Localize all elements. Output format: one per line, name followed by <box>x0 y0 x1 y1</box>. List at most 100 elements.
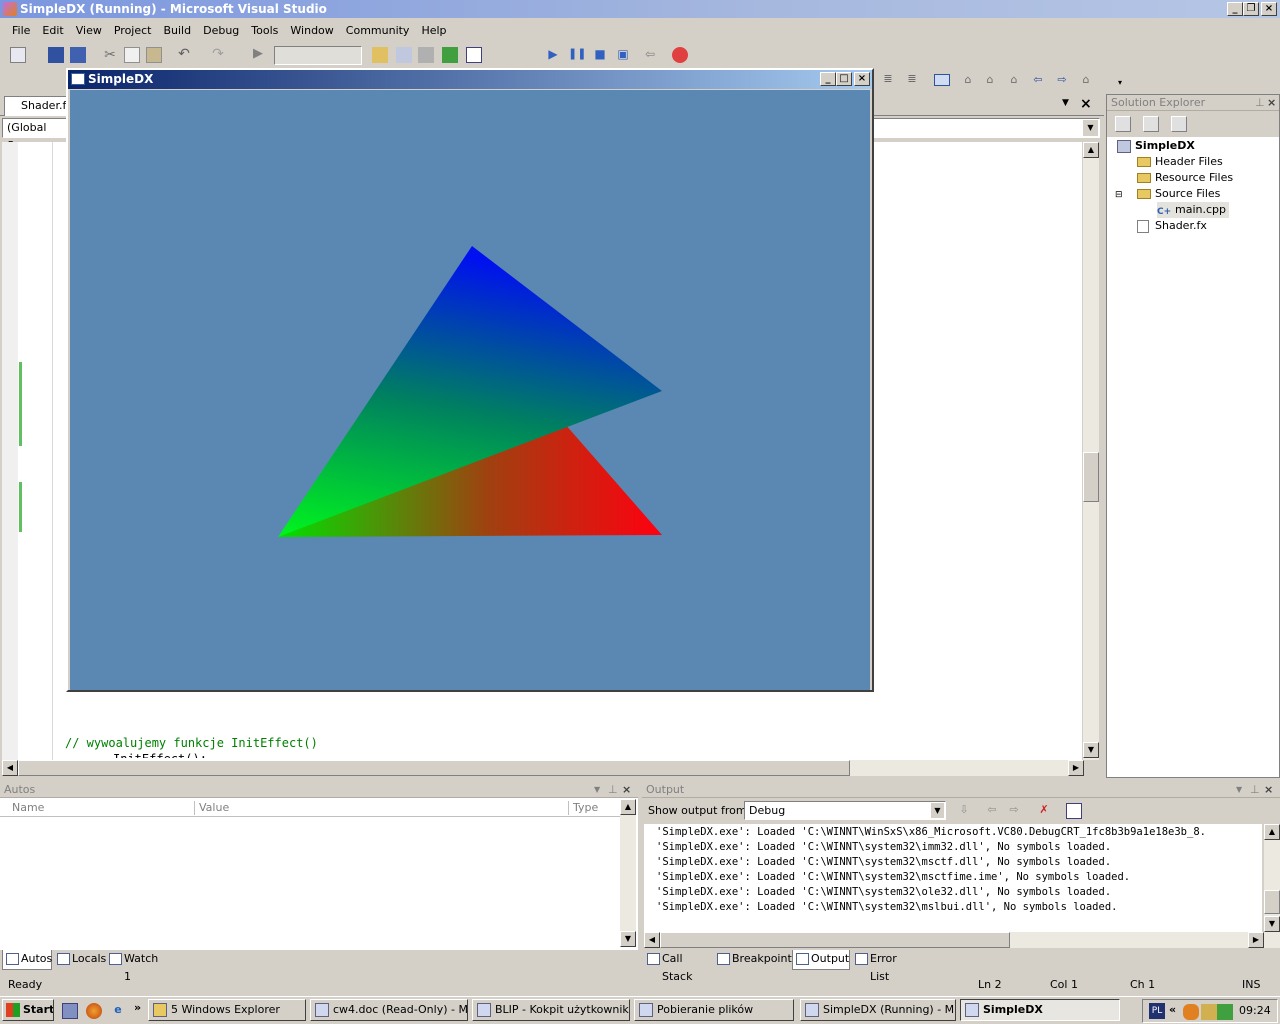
pane-menu-icon[interactable]: ▼ <box>594 782 600 798</box>
tray-app-icon-1[interactable] <box>1183 1004 1199 1020</box>
language-indicator[interactable]: PL <box>1149 1003 1165 1019</box>
undo-icon[interactable]: ↶ <box>176 46 192 62</box>
prev-in-folder-icon[interactable]: ⇦ <box>1030 73 1046 89</box>
debug-continue-icon[interactable]: ▶ <box>545 47 561 63</box>
editor-vscrollbar[interactable]: ▲ ▼ <box>1083 142 1099 760</box>
increase-indent-icon[interactable]: ≣ <box>904 72 920 88</box>
member-dropdown[interactable]: ▼ <box>870 118 1100 138</box>
show-all-files-icon[interactable] <box>1143 116 1159 132</box>
scroll-right-icon[interactable]: ▶ <box>1248 932 1264 948</box>
taskbar-button[interactable]: SimpleDX (Running) - Mic... <box>800 999 956 1021</box>
menu-window[interactable]: Window <box>284 20 339 42</box>
menu-edit[interactable]: Edit <box>36 20 69 42</box>
scroll-thumb[interactable] <box>1083 452 1099 502</box>
clear-all-icon[interactable]: ✗ <box>1036 803 1052 819</box>
firefox-icon[interactable] <box>86 1003 102 1019</box>
taskbar-button[interactable]: 5 Windows Explorer <box>148 999 306 1021</box>
output-vscrollbar[interactable]: ▲ ▼ <box>1264 824 1280 932</box>
find-message-icon[interactable]: ⇩ <box>956 803 972 819</box>
scroll-left-icon[interactable]: ◀ <box>2 760 18 776</box>
menu-tools[interactable]: Tools <box>245 20 284 42</box>
breakpoints-icon[interactable] <box>672 47 688 63</box>
tab-call-stack[interactable]: Call Stack <box>644 950 712 983</box>
ie-icon[interactable]: e <box>110 1003 126 1019</box>
scroll-up-icon[interactable]: ▲ <box>1264 824 1280 840</box>
pane-menu-icon[interactable]: ▼ <box>1236 782 1242 798</box>
next-in-folder-icon[interactable]: ⇨ <box>1054 73 1070 89</box>
scroll-left-icon[interactable]: ◀ <box>644 932 660 948</box>
tree-main-cpp[interactable]: C+ main.cpp <box>1157 202 1229 218</box>
new-project-icon[interactable] <box>10 47 26 63</box>
tree-source-files[interactable]: ⊟ Source Files <box>1115 186 1220 202</box>
cut-icon[interactable]: ✂ <box>102 47 118 63</box>
bookmark-icon[interactable]: ⌂ <box>960 73 976 89</box>
hscroll-thumb[interactable] <box>660 932 1010 948</box>
command-window-icon[interactable] <box>466 47 482 63</box>
tab-output[interactable]: Output <box>792 950 850 970</box>
scope-dropdown[interactable]: (Global Scop <box>2 118 72 152</box>
quicklaunch-more-icon[interactable]: » <box>134 1001 141 1014</box>
show-next-statement-icon[interactable]: ⇦ <box>642 47 658 63</box>
autos-vscrollbar[interactable]: ▲ ▼ <box>620 799 636 947</box>
pane-close-icon[interactable]: × <box>1267 95 1276 111</box>
next-message-icon[interactable]: ⇨ <box>1006 803 1022 819</box>
word-wrap-icon[interactable] <box>1066 803 1082 819</box>
tray-expand-icon[interactable]: « <box>1169 1003 1176 1016</box>
scroll-down-icon[interactable]: ▼ <box>1083 742 1099 758</box>
refresh-icon[interactable] <box>1171 116 1187 132</box>
copy-icon[interactable] <box>124 47 140 63</box>
dx-minimize-button[interactable]: _ <box>820 72 836 86</box>
decrease-indent-icon[interactable]: ≣ <box>880 72 896 88</box>
tree-shader-fx[interactable]: Shader.fx <box>1137 218 1207 234</box>
maximize-button[interactable]: ❐ <box>1243 2 1259 16</box>
scroll-up-icon[interactable]: ▲ <box>1083 142 1099 158</box>
minimize-button[interactable]: _ <box>1227 2 1243 16</box>
scroll-up-icon[interactable]: ▲ <box>620 799 636 815</box>
redo-icon[interactable]: ↷ <box>210 46 226 62</box>
tab-watch-1[interactable]: Watch 1 <box>106 950 166 983</box>
editor-tab-list-icon[interactable]: ▼ <box>1062 98 1069 108</box>
editor-hscrollbar[interactable]: ◀ ▶ <box>2 760 1084 776</box>
editor-close-icon[interactable]: × <box>1080 96 1092 112</box>
scroll-thumb[interactable] <box>1264 890 1280 914</box>
save-all-icon[interactable] <box>70 47 86 63</box>
dx-maximize-button[interactable]: □ <box>836 72 852 86</box>
dx-close-button[interactable]: × <box>854 72 870 86</box>
pin-icon[interactable]: ⊥ <box>1255 95 1265 111</box>
toolbar-options-icon[interactable]: ▾ <box>1118 78 1134 94</box>
taskbar-button[interactable]: cw4.doc (Read-Only) - M... <box>310 999 468 1021</box>
menu-debug[interactable]: Debug <box>197 20 245 42</box>
menu-file[interactable]: File <box>6 20 36 42</box>
solution-config-dropdown[interactable] <box>274 46 362 65</box>
toolbox-icon[interactable] <box>442 47 458 63</box>
col-type[interactable]: Type <box>573 799 598 817</box>
tray-network-icon[interactable] <box>1217 1004 1233 1020</box>
scroll-down-icon[interactable]: ▼ <box>620 931 636 947</box>
output-hscrollbar[interactable]: ◀ ▶ <box>644 932 1280 948</box>
taskbar-button[interactable]: BLIP - Kokpit użytkownik... <box>472 999 630 1021</box>
col-name[interactable]: Name <box>12 799 44 817</box>
solution-explorer-icon[interactable] <box>396 47 412 63</box>
show-desktop-icon[interactable] <box>62 1003 78 1019</box>
properties-icon[interactable] <box>1115 116 1131 132</box>
tree-header-files[interactable]: Header Files <box>1137 154 1223 170</box>
debug-pause-icon[interactable]: ❚❚ <box>568 47 586 63</box>
tree-resource-files[interactable]: Resource Files <box>1137 170 1233 186</box>
prev-message-icon[interactable]: ⇦ <box>984 803 1000 819</box>
output-text[interactable]: 'SimpleDX.exe': Loaded 'C:\WINNT\WinSxS\… <box>644 824 1262 932</box>
tab-autos[interactable]: Autos <box>2 950 52 970</box>
menu-project[interactable]: Project <box>108 20 158 42</box>
menu-community[interactable]: Community <box>340 20 416 42</box>
menu-view[interactable]: View <box>70 20 108 42</box>
taskbar-button[interactable]: SimpleDX <box>960 999 1120 1021</box>
tab-locals[interactable]: Locals <box>54 950 106 970</box>
col-value[interactable]: Value <box>199 799 229 817</box>
pane-close-icon[interactable]: × <box>622 782 631 798</box>
pin-icon[interactable]: ⊥ <box>608 782 618 798</box>
properties-icon[interactable] <box>418 47 434 63</box>
tab-error-list[interactable]: Error List <box>852 950 918 983</box>
debug-restart-icon[interactable]: ▣ <box>615 47 631 63</box>
collapse-icon[interactable]: ⊟ <box>1115 187 1125 203</box>
debug-stop-icon[interactable]: ■ <box>592 47 608 63</box>
clear-bookmarks-icon[interactable]: ⌂ <box>1078 73 1094 89</box>
